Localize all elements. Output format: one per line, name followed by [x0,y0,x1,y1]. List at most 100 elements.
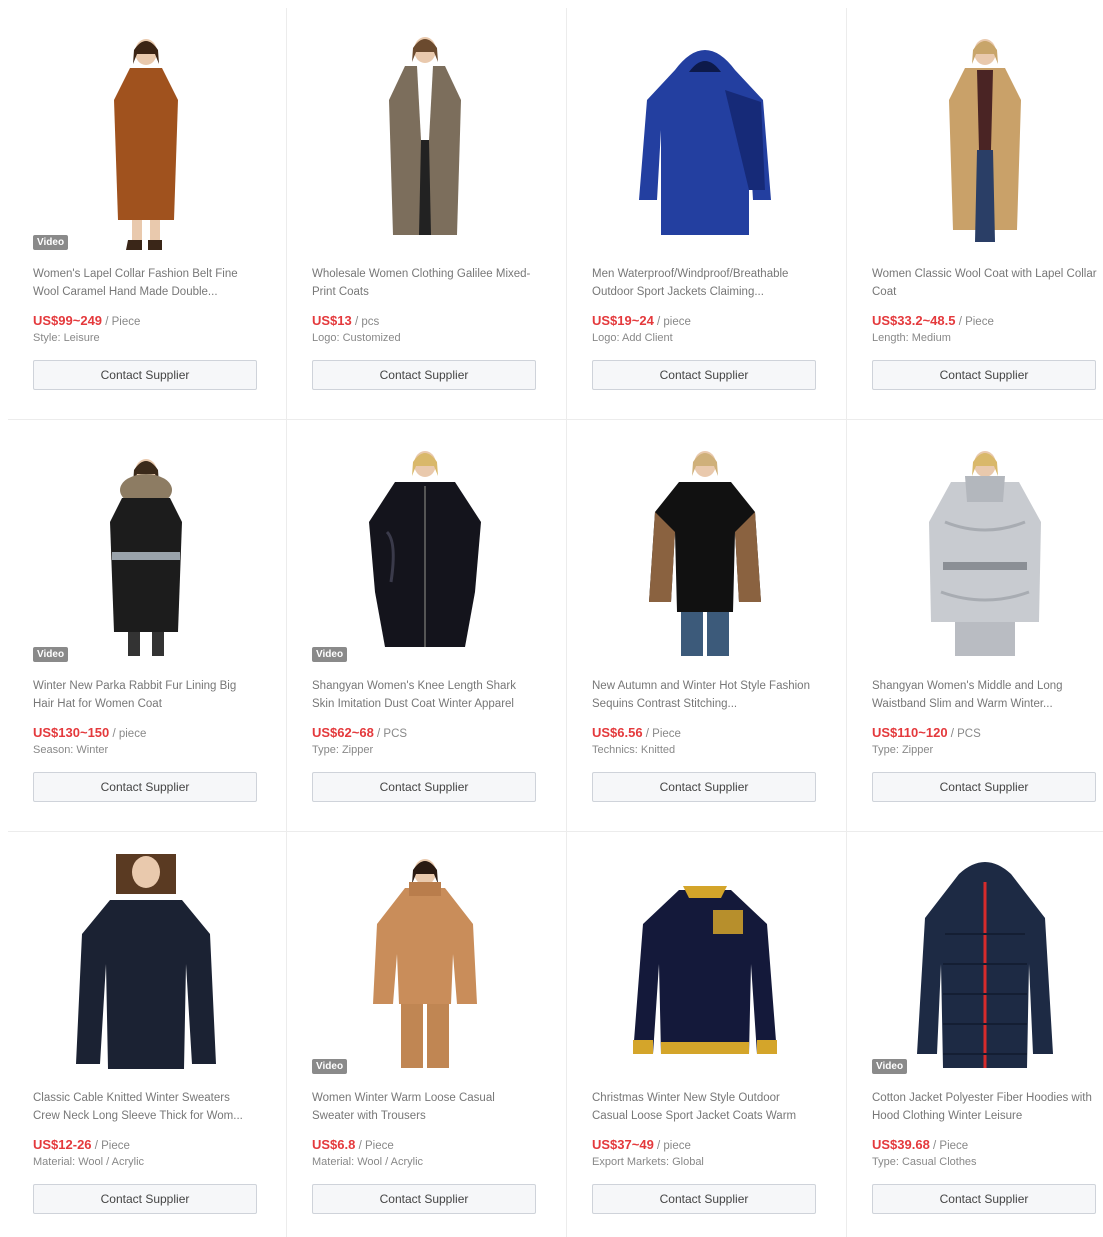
product-title[interactable]: Shangyan Women's Middle and Long Waistba… [872,677,1097,713]
woman-tweed-coat-image [388,37,461,235]
price-unit: / piece [657,1140,691,1152]
product-image[interactable] [592,442,817,664]
product-price: US$33.2~48.5 [872,313,956,328]
product-title[interactable]: Wholesale Women Clothing Galilee Mixed-P… [312,265,537,301]
product-image[interactable]: Video [33,30,258,252]
contact-supplier-button[interactable]: Contact Supplier [312,772,536,802]
woman-caramel-long-coat-image [113,39,178,250]
navy-puffer-jacket-image [916,862,1053,1068]
product-title[interactable]: Winter New Parka Rabbit Fur Lining Big H… [33,677,258,713]
product-attribute: Material: Wool / Acrylic [312,1156,424,1168]
product-attribute: Season: Winter [33,744,109,756]
product-price: US$19~24 [592,313,654,328]
product-title[interactable]: Women Classic Wool Coat with Lapel Colla… [872,265,1097,301]
contact-supplier-button[interactable]: Contact Supplier [872,1184,1096,1214]
video-badge: Video [312,1059,348,1074]
price-line: US$19~24 / piece [592,313,846,330]
navy-varsity-jacket-image [632,886,777,1054]
product-image[interactable] [592,854,817,1076]
product-price: US$62~68 [312,725,374,740]
product-image[interactable] [312,30,537,252]
contact-supplier-button[interactable]: Contact Supplier [592,1184,816,1214]
product-card[interactable]: Video Winter New Parka Rabbit Fur Lining… [8,420,287,832]
blue-hooded-jacket-image [638,50,771,235]
product-card[interactable]: New Autumn and Winter Hot Style Fashion … [567,420,847,832]
product-image[interactable]: Video [312,442,537,664]
product-price: US$37~49 [592,1137,654,1152]
product-card[interactable]: Christmas Winter New Style Outdoor Casua… [567,832,847,1237]
product-price: US$130~150 [33,725,110,740]
price-unit: / piece [112,728,147,740]
product-price: US$6.56 [592,725,643,740]
product-price: US$12-26 [33,1137,92,1152]
product-image[interactable] [872,442,1097,664]
product-card[interactable]: Video Women Winter Warm Loose Casual Swe… [287,832,567,1237]
price-line: US$130~150 / piece [33,725,286,742]
product-card[interactable]: Wholesale Women Clothing Galilee Mixed-P… [287,8,567,420]
price-unit: / PCS [950,728,981,740]
product-title[interactable]: Cotton Jacket Polyester Fiber Hoodies wi… [872,1089,1097,1125]
contact-supplier-button[interactable]: Contact Supplier [312,360,536,390]
product-card[interactable]: Classic Cable Knitted Winter Sweaters Cr… [8,832,287,1237]
contact-supplier-button[interactable]: Contact Supplier [312,1184,536,1214]
product-price: US$99~249 [33,313,103,328]
product-image[interactable] [592,30,817,252]
price-line: US$6.56 / Piece [592,725,846,742]
product-image[interactable]: Video [872,854,1097,1076]
product-attribute: Length: Medium [872,332,951,344]
video-badge: Video [872,1059,908,1074]
price-unit: / PCS [377,728,408,740]
price-line: US$62~68 / PCS [312,725,566,742]
price-unit: / piece [657,316,691,328]
price-unit: / Piece [645,728,681,740]
product-attribute: Technics: Knitted [592,744,676,756]
price-line: US$37~49 / piece [592,1137,846,1154]
product-image[interactable]: Video [33,442,258,664]
product-attribute: Logo: Add Client [592,332,673,344]
product-title[interactable]: Women Winter Warm Loose Casual Sweater w… [312,1089,537,1125]
product-price: US$13 [312,313,352,328]
product-title[interactable]: Women's Lapel Collar Fashion Belt Fine W… [33,265,258,301]
woman-tan-sweater-set-image [372,859,477,1068]
product-card[interactable]: Video Cotton Jacket Polyester Fiber Hood… [847,832,1103,1237]
product-title[interactable]: Men Waterproof/Windproof/Breathable Outd… [592,265,817,301]
price-line: US$12-26 / Piece [33,1137,286,1154]
product-card[interactable]: Men Waterproof/Windproof/Breathable Outd… [567,8,847,420]
product-title[interactable]: Shangyan Women's Knee Length Shark Skin … [312,677,537,713]
product-attribute: Logo: Customized [312,332,401,344]
price-line: US$110~120 / PCS [872,725,1103,742]
product-title[interactable]: Classic Cable Knitted Winter Sweaters Cr… [33,1089,258,1125]
product-image[interactable] [872,30,1097,252]
product-card[interactable]: Video Shangyan Women's Knee Length Shark… [287,420,567,832]
product-attribute: Export Markets: Global [592,1156,704,1168]
product-image[interactable] [33,854,258,1076]
product-card[interactable]: Shangyan Women's Middle and Long Waistba… [847,420,1103,832]
video-badge: Video [33,235,69,250]
price-line: US$99~249 / Piece [33,313,286,330]
contact-supplier-button[interactable]: Contact Supplier [872,772,1096,802]
price-unit: / Piece [105,316,141,328]
product-attribute: Type: Casual Clothes [872,1156,977,1168]
product-title[interactable]: Christmas Winter New Style Outdoor Casua… [592,1089,817,1125]
contact-supplier-button[interactable]: Contact Supplier [592,360,816,390]
woman-sequin-sweater-image [648,451,761,656]
contact-supplier-button[interactable]: Contact Supplier [33,1184,257,1214]
product-attribute: Style: Leisure [33,332,100,344]
price-unit: / Piece [933,1140,969,1152]
contact-supplier-button[interactable]: Contact Supplier [33,360,257,390]
price-unit: / Piece [358,1140,394,1152]
product-image[interactable]: Video [312,854,537,1076]
product-price: US$110~120 [872,725,948,740]
price-unit: / Piece [94,1140,130,1152]
woman-black-parka-image [109,459,182,656]
product-card[interactable]: Video Women's Lapel Collar Fashion Belt … [8,8,287,420]
woman-camel-coat-image [948,39,1021,242]
video-badge: Video [312,647,348,662]
product-card[interactable]: Women Classic Wool Coat with Lapel Colla… [847,8,1103,420]
contact-supplier-button[interactable]: Contact Supplier [872,360,1096,390]
price-line: US$13 / pcs [312,313,566,330]
contact-supplier-button[interactable]: Contact Supplier [592,772,816,802]
contact-supplier-button[interactable]: Contact Supplier [33,772,257,802]
product-price: US$39.68 [872,1137,930,1152]
product-title[interactable]: New Autumn and Winter Hot Style Fashion … [592,677,817,713]
